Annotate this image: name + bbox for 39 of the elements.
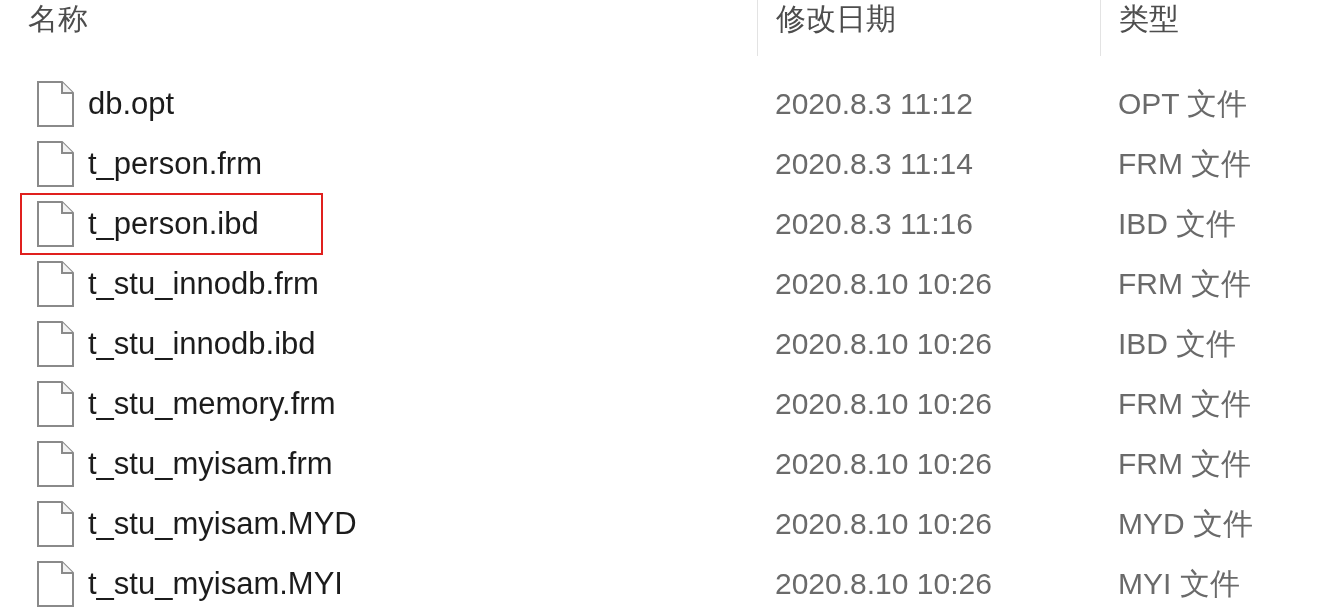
file-type: MYI 文件 [1118, 565, 1241, 602]
file-icon [36, 501, 74, 547]
modified-date: 2020.8.10 10:26 [775, 507, 993, 541]
file-icon [36, 261, 74, 307]
file-name[interactable]: t_stu_innodb.frm [88, 266, 319, 302]
file-type: IBD 文件 [1118, 205, 1238, 242]
file-icon [36, 201, 74, 247]
file-type: MYD 文件 [1118, 505, 1254, 542]
file-type: FRM 文件 [1118, 145, 1253, 182]
modified-date: 2020.8.3 11:14 [775, 147, 974, 181]
file-icon [36, 561, 74, 607]
file-icon [36, 81, 74, 127]
file-name[interactable]: t_stu_myisam.MYD [88, 506, 357, 542]
modified-date: 2020.8.3 11:12 [775, 87, 974, 121]
file-type: FRM 文件 [1118, 385, 1253, 422]
file-name[interactable]: t_stu_myisam.frm [88, 446, 333, 482]
column-header[interactable]: 类型 [1119, 2, 1179, 35]
file-name[interactable]: t_stu_memory.frm [88, 386, 336, 422]
file-name[interactable]: t_person.ibd [88, 206, 259, 242]
column-header[interactable]: 修改日期 [776, 2, 896, 35]
modified-date: 2020.8.10 10:26 [775, 267, 993, 301]
file-name[interactable]: db.opt [88, 86, 175, 122]
file-name[interactable]: t_stu_innodb.ibd [88, 326, 316, 362]
file-name[interactable]: t_person.frm [88, 146, 262, 182]
modified-date: 2020.8.10 10:26 [775, 447, 993, 481]
file-type: FRM 文件 [1118, 265, 1253, 302]
file-icon [36, 141, 74, 187]
file-type: IBD 文件 [1118, 325, 1238, 362]
file-icon [36, 321, 74, 367]
file-type: FRM 文件 [1118, 445, 1253, 482]
modified-date: 2020.8.10 10:26 [775, 567, 993, 601]
file-icon [36, 381, 74, 427]
file-name[interactable]: t_stu_myisam.MYI [88, 566, 343, 602]
modified-date: 2020.8.10 10:26 [775, 387, 993, 421]
file-icon [36, 441, 74, 487]
modified-date: 2020.8.10 10:26 [775, 327, 993, 361]
column-header[interactable]: 名称 [28, 2, 88, 35]
file-type: OPT 文件 [1118, 85, 1249, 122]
modified-date: 2020.8.3 11:16 [775, 207, 974, 241]
